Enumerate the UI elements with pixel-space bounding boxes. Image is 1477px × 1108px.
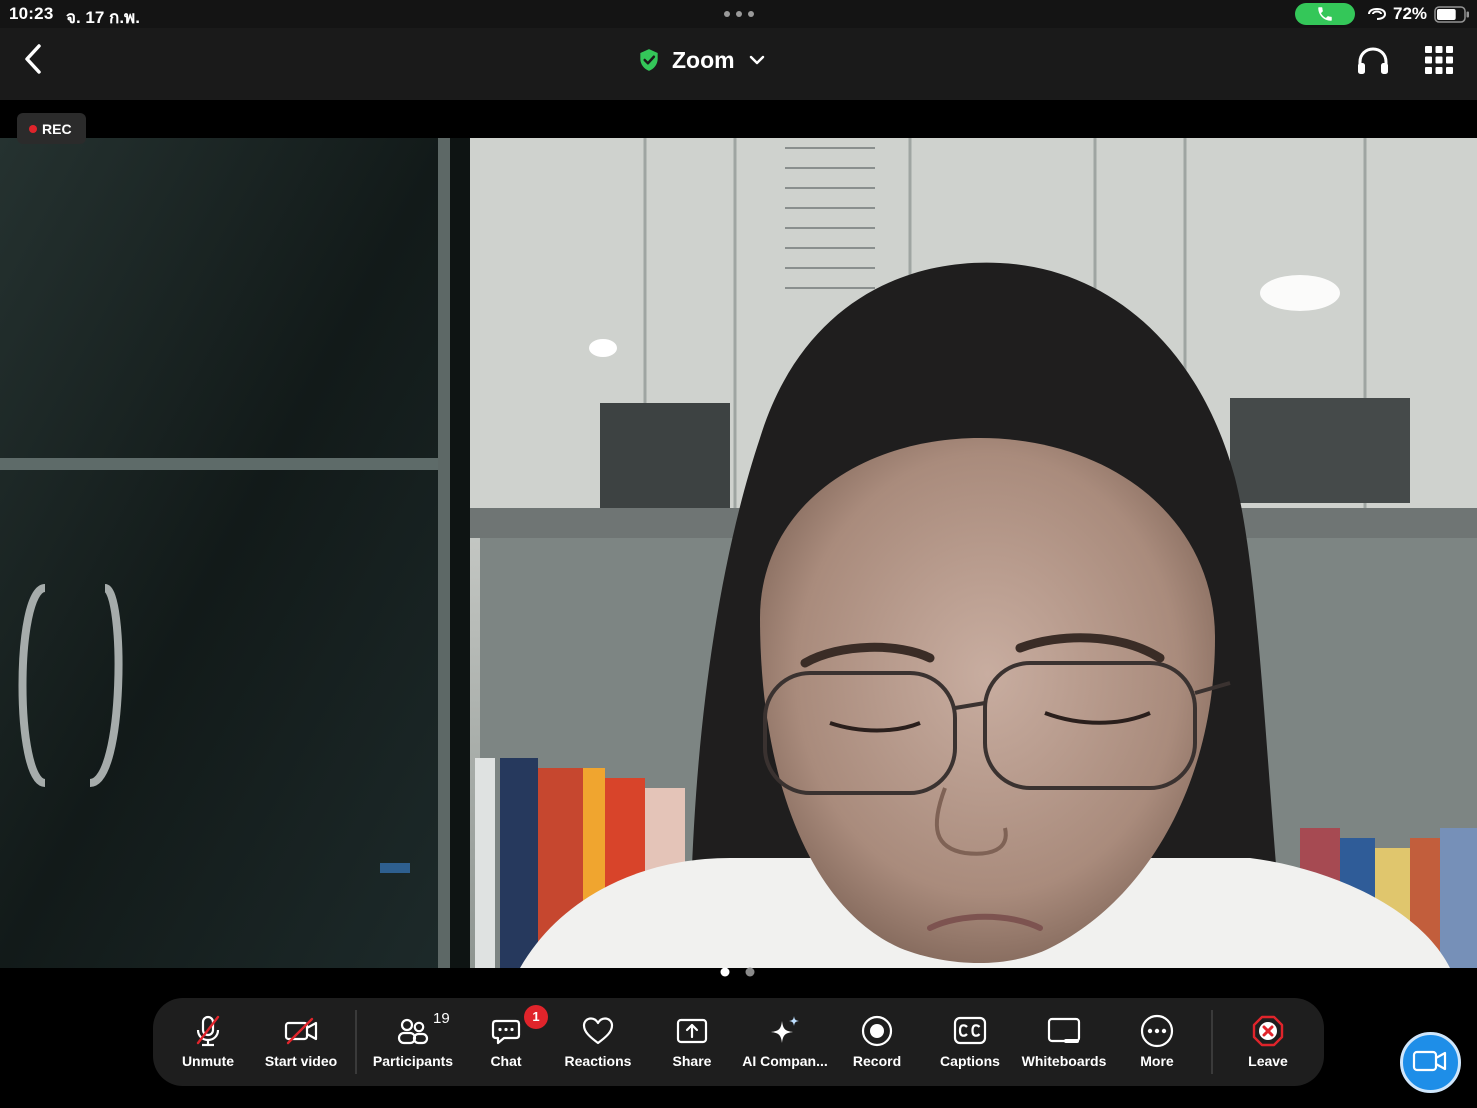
more-label: More — [1140, 1053, 1174, 1069]
video-off-icon — [284, 1017, 318, 1045]
unmute-label: Unmute — [181, 1053, 235, 1069]
start-video-label: Start video — [264, 1053, 338, 1069]
reactions-button[interactable]: Reactions — [551, 998, 645, 1086]
ai-companion-button[interactable]: AI Compan... — [737, 998, 833, 1086]
active-call-pill[interactable] — [1295, 3, 1355, 25]
whiteboards-button[interactable]: Whiteboards — [1017, 998, 1111, 1086]
share-button[interactable]: Share — [647, 998, 737, 1086]
page-indicator[interactable] — [718, 966, 760, 978]
toolbar-divider — [355, 1010, 357, 1074]
more-options-icon — [1140, 1014, 1174, 1048]
back-chevron-icon[interactable] — [14, 40, 54, 80]
video-feed-image — [0, 138, 1477, 968]
unmute-button[interactable]: Unmute — [163, 998, 253, 1086]
whiteboard-icon — [1047, 1017, 1081, 1043]
meeting-title-button[interactable]: Zoom — [636, 42, 767, 78]
meeting-toolbar: Unmute Start video Participants 19 Chat … — [153, 998, 1324, 1086]
recording-badge[interactable]: REC — [17, 113, 86, 144]
start-video-button[interactable]: Start video — [255, 998, 347, 1086]
captions-button[interactable]: Captions — [923, 998, 1017, 1086]
recording-dot-icon — [29, 124, 37, 133]
page-dot-2[interactable] — [745, 967, 755, 977]
chat-label: Chat — [490, 1053, 522, 1069]
camera-switch-button[interactable] — [1400, 1032, 1461, 1093]
record-label: Record — [852, 1053, 902, 1069]
microphone-muted-icon — [196, 1015, 220, 1047]
whiteboards-label: Whiteboards — [1021, 1053, 1107, 1069]
heart-icon — [582, 1017, 614, 1045]
share-label: Share — [672, 1053, 712, 1069]
chevron-down-icon — [749, 55, 764, 65]
leave-x-icon — [1252, 1015, 1284, 1047]
record-icon — [861, 1015, 893, 1047]
meeting-title: Zoom — [672, 46, 735, 73]
headphones-icon[interactable] — [1355, 44, 1391, 78]
video-area[interactable]: REC — [0, 100, 1477, 968]
status-time: 10:23 — [9, 4, 54, 23]
participants-count: 19 — [433, 1010, 450, 1027]
chat-bubble-icon — [491, 1019, 521, 1045]
app-grid-icon[interactable] — [1423, 44, 1455, 76]
participant-video[interactable] — [0, 138, 1477, 968]
recording-label: REC — [42, 120, 72, 137]
participants-icon — [397, 1018, 429, 1045]
leave-label: Leave — [1248, 1053, 1288, 1069]
screen-mirroring-icon — [1368, 7, 1387, 20]
status-bar: 10:23 จ. 17 ก.พ. 72% — [0, 0, 1477, 28]
chat-unread-badge: 1 — [524, 1005, 548, 1029]
share-screen-icon — [676, 1018, 708, 1044]
page-dot-1[interactable] — [720, 967, 730, 977]
multitasking-dots-icon[interactable] — [723, 11, 755, 17]
sparkle-icon — [771, 1016, 799, 1043]
leave-button[interactable]: Leave — [1223, 998, 1313, 1086]
closed-captions-icon — [953, 1016, 987, 1045]
record-button[interactable]: Record — [833, 998, 921, 1086]
battery-icon — [1434, 6, 1469, 23]
status-date: จ. 17 ก.พ. — [66, 8, 140, 27]
toolbar-divider — [1211, 1010, 1213, 1074]
ai-companion-label: AI Compan... — [742, 1053, 828, 1069]
phone-icon — [1318, 7, 1332, 21]
captions-label: Captions — [940, 1053, 1000, 1069]
shield-check-icon — [640, 49, 658, 71]
meeting-header: Zoom — [0, 28, 1477, 100]
video-camera-icon — [1412, 1050, 1447, 1072]
participants-label: Participants — [372, 1053, 454, 1069]
more-button[interactable]: More — [1113, 998, 1201, 1086]
reactions-label: Reactions — [564, 1053, 632, 1069]
battery-percent: 72% — [1393, 4, 1428, 23]
